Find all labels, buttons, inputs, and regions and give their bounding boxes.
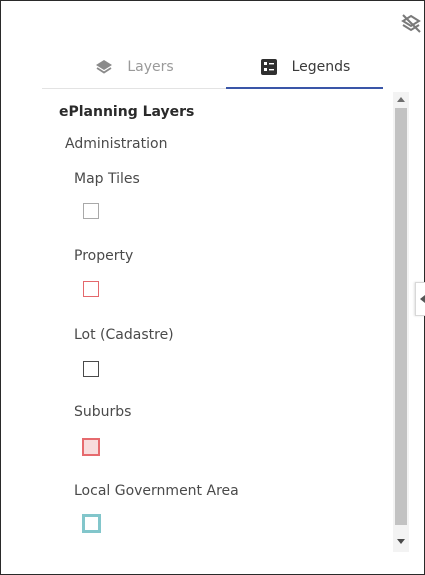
legend-swatch-property [83, 281, 99, 297]
active-tab-indicator [226, 87, 383, 89]
legend-list: ePlanning Layers Administration Map Tile… [42, 92, 393, 552]
scroll-down-arrow-icon[interactable] [397, 539, 405, 544]
tab-legends[interactable]: Legends [227, 47, 383, 87]
legend-item-label: Suburbs [74, 404, 132, 420]
legend-item-label: Map Tiles [74, 171, 140, 187]
legend-swatch-lga [82, 514, 101, 533]
tab-layers[interactable]: Layers [42, 47, 227, 87]
panel-tabs: Layers Legends [42, 47, 383, 89]
collapse-panel-button[interactable] [415, 282, 425, 316]
layers-hidden-icon[interactable] [400, 12, 422, 34]
legend-scrollbar[interactable] [393, 92, 409, 552]
legend-swatch-map-tiles [83, 203, 99, 219]
scrollbar-thumb[interactable] [395, 108, 407, 525]
legend-group-title: Administration [65, 136, 168, 152]
tab-legends-label: Legends [291, 59, 351, 75]
scroll-up-arrow-icon[interactable] [397, 97, 405, 102]
legend-item-label: Property [74, 248, 134, 264]
legend-icon [260, 58, 278, 76]
legend-swatch-lot [83, 361, 99, 377]
legend-item-label: Lot (Cadastre) [74, 327, 174, 343]
tab-layers-label: Layers [127, 59, 174, 75]
legend-heading: ePlanning Layers [59, 104, 195, 120]
legend-swatch-suburbs [82, 438, 100, 456]
legend-item-label: Local Government Area [74, 483, 239, 499]
layers-icon [95, 58, 113, 76]
chevron-left-icon [420, 295, 425, 303]
